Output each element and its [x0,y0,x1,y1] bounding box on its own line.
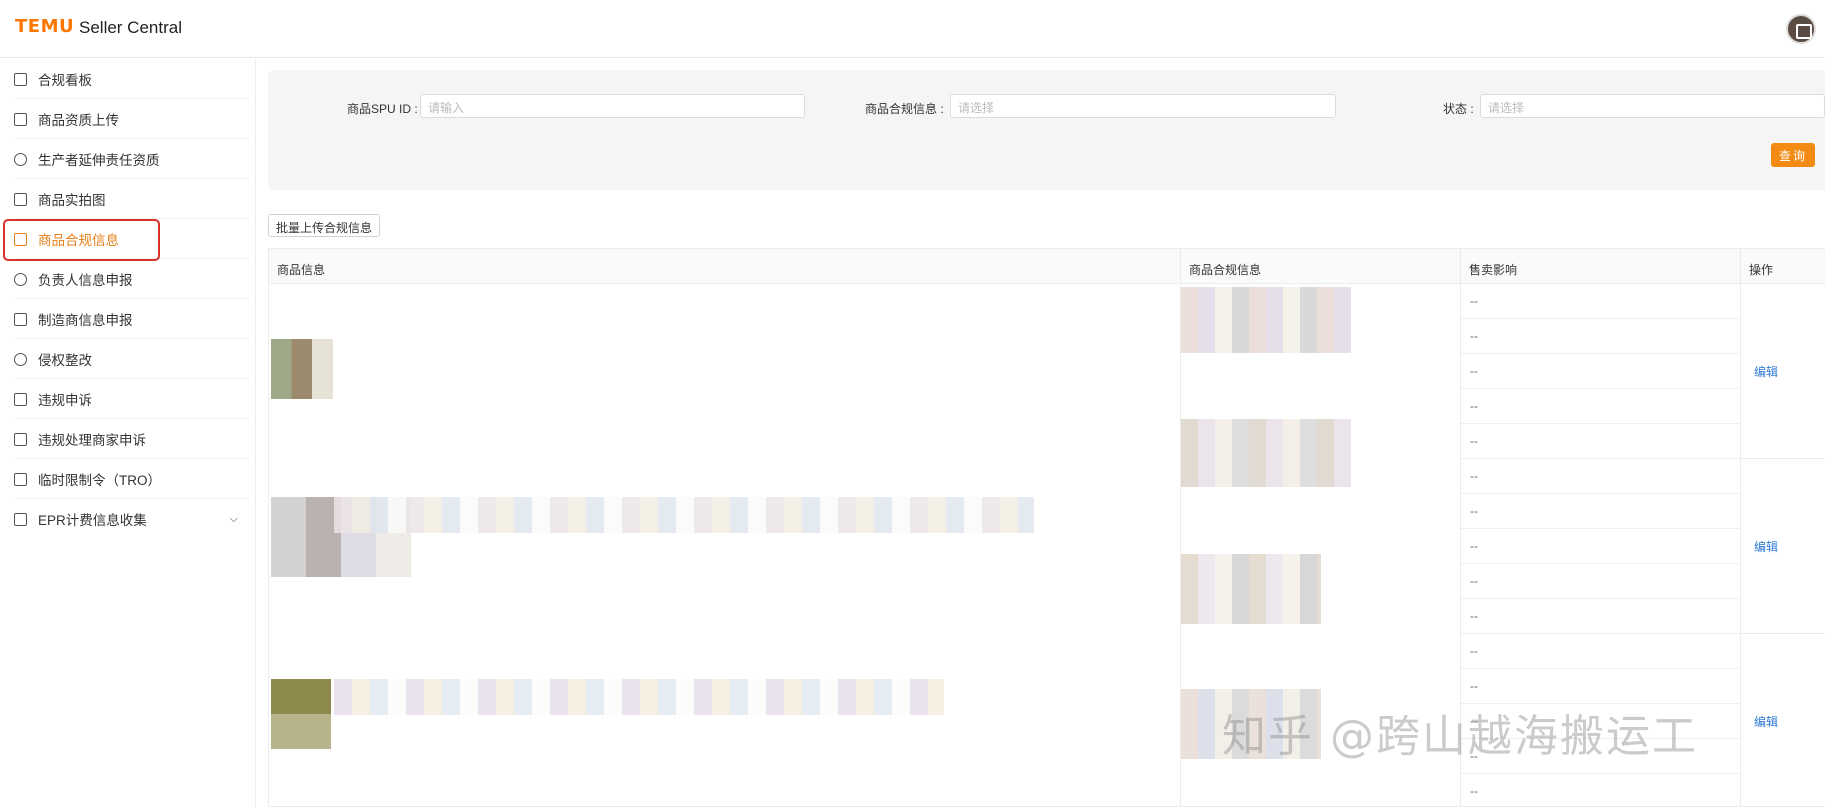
sidebar-item-label: 生产者延伸责任资质 [38,153,160,168]
sales-impact-cell: -- [1470,539,1478,553]
status-label: 状态 : [1443,102,1474,116]
brand-subtitle: Seller Central [79,18,182,37]
sidebar-item-tro[interactable]: 临时限制令（TRO） [0,459,250,499]
sidebar-item-label: 商品实拍图 [38,193,106,208]
product-title-blur [334,497,1034,533]
chevron-down-icon: ⌵ [229,512,238,525]
product-thumbnail [271,339,333,399]
sales-impact-cell: -- [1470,679,1478,693]
sidebar-item-label: 临时限制令（TRO） [38,473,161,488]
appeal-icon [14,392,27,406]
edit-link[interactable]: 编辑 [1754,363,1778,380]
shield-icon [14,352,27,366]
form-icon [14,512,27,526]
compliance-info-label: 商品合规信息 : [865,102,944,116]
sales-impact-cell: -- [1470,399,1478,413]
sales-impact-cell: -- [1470,784,1478,798]
compliance-info-blur [1181,419,1351,487]
photo-icon [14,192,27,206]
sidebar-item-infringement[interactable]: 侵权整改 [0,339,250,379]
avatar[interactable] [1786,14,1816,44]
product-thumbnail [271,679,331,749]
compliance-info-select[interactable]: 请选择 [950,94,1336,118]
query-button[interactable]: 查询 [1771,143,1815,167]
sidebar-item-label: 合规看板 [38,73,92,88]
header-compliance-info: 商品合规信息 [1181,249,1461,284]
sidebar-item-merchant-appeal[interactable]: 违规处理商家申诉 [0,419,250,459]
sidebar-item-compliance-dashboard[interactable]: 合规看板 [0,59,250,99]
badge-icon [14,152,27,166]
sidebar-item-label: 负责人信息申报 [38,273,133,288]
calendar-icon [14,472,27,486]
factory-icon [14,312,27,326]
highlight-box [3,219,160,261]
sales-impact-cell: -- [1470,574,1478,588]
compliance-info-blur [1181,287,1351,353]
header-sales-impact: 售卖影响 [1461,249,1741,284]
sidebar-item-responsible-person[interactable]: 负责人信息申报 [0,259,250,299]
sidebar-item-label: 侵权整改 [38,353,92,368]
batch-upload-button[interactable]: 批量上传合规信息 [268,214,381,237]
sidebar-item-epr-billing[interactable]: EPR计费信息收集 ⌵ [0,499,250,539]
sidebar-item-qualification-upload[interactable]: 商品资质上传 [0,99,250,139]
chart-icon [14,72,27,86]
spu-id-input[interactable]: 请输入 [420,94,805,118]
temu-logo[interactable]: TEMU [15,16,74,37]
upload-icon [14,112,27,126]
spu-id-label: 商品SPU ID : [347,102,418,116]
filter-panel: 商品SPU ID : 请输入 商品合规信息 : 请选择 状态 : 请选择 查询 [268,70,1825,190]
sidebar-item-label: EPR计费信息收集 [38,513,147,528]
sidebar-item-label: 违规处理商家申诉 [38,433,146,448]
watermark: 知乎 @跨山越海搬运工 [1222,711,1698,762]
sales-impact-cell: -- [1470,364,1478,378]
compliance-info-blur [1181,554,1321,624]
sales-impact-cell: -- [1470,644,1478,658]
sidebar-item-label: 商品资质上传 [38,113,119,128]
sidebar-item-epr-qualification[interactable]: 生产者延伸责任资质 [0,139,250,179]
sidebar-item-violation-appeal[interactable]: 违规申诉 [0,379,250,419]
sidebar-item-label: 制造商信息申报 [38,313,133,328]
store-icon [14,432,27,446]
sidebar: 合规看板 商品资质上传 生产者延伸责任资质 商品实拍图 商品合规信息 负责人信息… [0,59,256,807]
sales-impact-cell: -- [1470,609,1478,623]
sales-impact-cell: -- [1470,469,1478,483]
header-actions: 操作 [1741,249,1825,284]
sales-impact-cell: -- [1470,504,1478,518]
sidebar-item-product-photos[interactable]: 商品实拍图 [0,179,250,219]
sales-impact-cell: -- [1470,329,1478,343]
status-select[interactable]: 请选择 [1480,94,1825,118]
sidebar-item-label: 违规申诉 [38,393,92,408]
edit-link[interactable]: 编辑 [1754,713,1778,730]
sales-impact-cell: -- [1470,434,1478,448]
edit-link[interactable]: 编辑 [1754,538,1778,555]
product-title-blur [334,679,944,715]
top-bar: TEMU Seller Central [0,0,1825,58]
person-icon [14,272,27,286]
header-product-info: 商品信息 [269,249,1181,284]
sidebar-item-manufacturer[interactable]: 制造商信息申报 [0,299,250,339]
sales-impact-cell: -- [1470,294,1478,308]
